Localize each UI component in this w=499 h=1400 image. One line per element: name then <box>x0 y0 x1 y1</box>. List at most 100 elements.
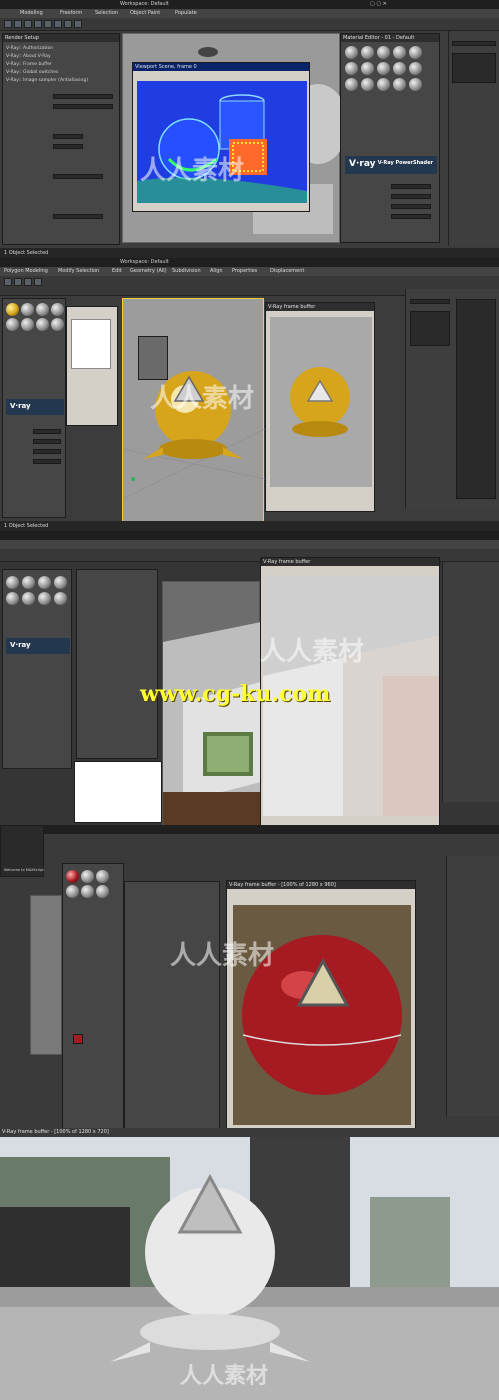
vfb-title: V-Ray frame buffer - [100% of 1280 x 960… <box>227 881 415 889</box>
render-setup-icon[interactable] <box>74 20 82 28</box>
link-icon[interactable] <box>24 20 32 28</box>
rollout-authorization[interactable]: V-Ray:: Authorization <box>6 46 53 51</box>
vray-frame-buffer: V-Ray frame buffer <box>265 302 375 512</box>
title-bar: Workspace: Default ▢ ▢ ✕ <box>0 0 499 9</box>
object-name-field[interactable] <box>452 41 496 46</box>
menu-item-selection[interactable]: Selection <box>95 10 118 16</box>
workspace-label[interactable]: Workspace: Default <box>120 259 169 265</box>
material-slot[interactable] <box>22 576 35 589</box>
map-list[interactable] <box>71 319 111 369</box>
sampler-type-field[interactable] <box>53 94 113 99</box>
material-slot[interactable] <box>66 885 79 898</box>
status-text: 1 Object Selected <box>4 523 49 529</box>
redo-icon[interactable] <box>14 278 22 286</box>
reflect-field[interactable] <box>33 439 61 444</box>
ribbon-tab-geometry[interactable]: Geometry (All) <box>130 268 167 274</box>
material-slot[interactable] <box>22 592 35 605</box>
material-slot-red[interactable] <box>66 870 79 883</box>
scale-icon[interactable] <box>64 20 72 28</box>
workspace-label[interactable]: Workspace: Default <box>120 1 169 7</box>
diffuse-field[interactable] <box>391 184 431 189</box>
glossiness-field[interactable] <box>33 449 61 454</box>
material-slot[interactable] <box>6 576 19 589</box>
perspective-viewport[interactable] <box>30 895 62 1055</box>
material-slot[interactable] <box>51 318 64 331</box>
material-slot[interactable] <box>409 78 422 91</box>
material-slot[interactable] <box>361 46 374 59</box>
material-slot[interactable] <box>345 46 358 59</box>
material-slot[interactable] <box>6 592 19 605</box>
search-field[interactable]: ▢ ▢ ✕ <box>370 1 387 7</box>
vray-subtitle: V-Ray PowerShader <box>377 160 433 166</box>
material-slot[interactable] <box>409 62 422 75</box>
ribbon-tab-polygon-modeling[interactable]: Polygon Modeling <box>4 268 48 274</box>
min-subdivs-field[interactable] <box>53 134 83 139</box>
material-slot[interactable] <box>38 592 51 605</box>
rollout-image-sampler[interactable]: V-Ray:: Image sampler (Antialiasing) <box>6 78 88 83</box>
ribbon-tab-modify-selection[interactable]: Modify Selection <box>58 268 99 274</box>
menu-item-modeling[interactable]: Modeling <box>20 10 43 16</box>
material-slot[interactable] <box>393 62 406 75</box>
color-swatch-red[interactable] <box>73 1034 83 1044</box>
modifier-stack[interactable] <box>452 53 496 83</box>
dialog-title: Render Setup <box>3 34 119 42</box>
material-slot[interactable] <box>54 592 67 605</box>
material-slot[interactable] <box>393 78 406 91</box>
rotate-icon[interactable] <box>54 20 62 28</box>
object-name-field[interactable] <box>410 299 450 304</box>
material-slot[interactable] <box>81 870 94 883</box>
refract-field[interactable] <box>391 214 431 219</box>
material-slot[interactable] <box>345 62 358 75</box>
material-slot[interactable] <box>21 318 34 331</box>
screenshot-panel-2: Workspace: Default Polygon Modeling Modi… <box>0 258 499 531</box>
material-slot[interactable] <box>96 870 109 883</box>
material-slot-gold[interactable] <box>6 303 19 316</box>
material-slot[interactable] <box>377 46 390 59</box>
material-slot[interactable] <box>38 576 51 589</box>
color-mapping-field[interactable] <box>53 174 103 179</box>
ior-field[interactable] <box>33 459 61 464</box>
modifier-stack[interactable] <box>410 311 450 346</box>
gi-field[interactable] <box>53 214 103 219</box>
undo-icon[interactable] <box>4 20 12 28</box>
material-slot[interactable] <box>361 78 374 91</box>
select-icon[interactable] <box>34 20 42 28</box>
glossiness-field[interactable] <box>391 204 431 209</box>
material-slot[interactable] <box>393 46 406 59</box>
undo-icon[interactable] <box>4 278 12 286</box>
edit-geometry-rollout[interactable] <box>456 299 496 499</box>
reflect-field[interactable] <box>391 194 431 199</box>
material-slot[interactable] <box>409 46 422 59</box>
material-slot[interactable] <box>377 78 390 91</box>
menu-item-object-paint[interactable]: Object Paint <box>130 10 160 16</box>
menu-item-freeform[interactable]: Freeform <box>60 10 82 16</box>
material-slot[interactable] <box>81 885 94 898</box>
max-subdivs-field[interactable] <box>53 144 83 149</box>
material-slot[interactable] <box>377 62 390 75</box>
menu-item-populate[interactable]: Populate <box>175 10 197 16</box>
redo-icon[interactable] <box>14 20 22 28</box>
ribbon-tab-subdivision[interactable]: Subdivision <box>172 268 201 274</box>
material-slot[interactable] <box>345 78 358 91</box>
ribbon-tab-align[interactable]: Align <box>210 268 223 274</box>
move-icon[interactable] <box>34 278 42 286</box>
material-slot[interactable] <box>21 303 34 316</box>
material-slot[interactable] <box>361 62 374 75</box>
material-slot[interactable] <box>54 576 67 589</box>
material-slot[interactable] <box>36 318 49 331</box>
rollout-global-switches[interactable]: V-Ray:: Global switches <box>6 70 58 75</box>
listener-text: Welcome to MAXScript. <box>4 868 45 872</box>
select-icon[interactable] <box>24 278 32 286</box>
diffuse-field[interactable] <box>33 429 61 434</box>
material-slot[interactable] <box>51 303 64 316</box>
material-slot[interactable] <box>96 885 109 898</box>
filter-field[interactable] <box>53 104 113 109</box>
material-slot[interactable] <box>6 318 19 331</box>
material-slot[interactable] <box>36 303 49 316</box>
ribbon-tab-edit[interactable]: Edit <box>112 268 122 274</box>
rollout-frame-buffer[interactable]: V-Ray:: Frame buffer <box>6 62 52 67</box>
ribbon-tab-properties[interactable]: Properties <box>232 268 257 274</box>
rollout-about[interactable]: V-Ray:: About V-Ray <box>6 54 51 59</box>
move-icon[interactable] <box>44 20 52 28</box>
ribbon-tab-displacement[interactable]: Displacement <box>270 268 304 274</box>
